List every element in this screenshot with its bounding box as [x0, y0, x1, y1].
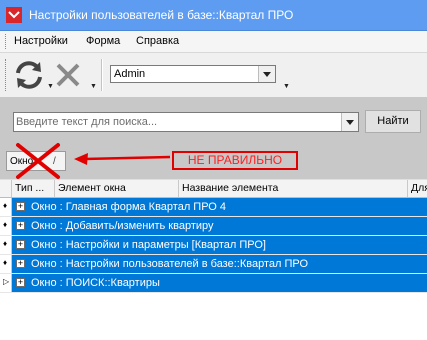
table-row[interactable]: ♦ + Окно : Настройки и параметры [Кварта… — [0, 236, 427, 255]
row-selector[interactable]: ♦ — [0, 236, 12, 254]
cancel-button[interactable] — [50, 57, 86, 93]
window-title: Настройки пользователей в базе::Квартал … — [29, 8, 294, 22]
user-select-dropdown-arrow[interactable]: ▼ — [283, 83, 290, 90]
column-header-window-element[interactable]: Элемент окна — [55, 180, 179, 197]
annotation-label: НЕ ПРАВИЛЬНО — [172, 151, 298, 170]
find-button[interactable]: Найти — [365, 110, 421, 133]
app-icon — [6, 7, 22, 23]
menu-grip — [5, 34, 8, 49]
column-header-element-name[interactable]: Название элемента — [179, 180, 408, 197]
row-marker: ♦ — [3, 220, 8, 229]
row-text: Окно : ПОИСК::Квартиры — [31, 277, 160, 289]
expand-icon[interactable]: + — [16, 221, 25, 230]
chevron-down-icon[interactable] — [258, 66, 275, 82]
toolbar-grip — [5, 59, 8, 91]
row-selector[interactable]: ♦ — [0, 198, 12, 216]
elements-grid: Тип ... Элемент окна Название элемента Д… — [0, 179, 427, 340]
table-row[interactable]: ♦ + Окно : Настройки пользователей в баз… — [0, 255, 427, 274]
row-text: Окно : Настройки пользователей в базе::К… — [31, 258, 309, 270]
chevron-down-icon[interactable] — [341, 113, 358, 131]
toolbar-separator — [101, 59, 103, 91]
user-select[interactable]: Admin — [110, 65, 276, 83]
row-selector[interactable]: ▷ — [0, 274, 12, 292]
header-corner — [0, 180, 12, 197]
search-placeholder: Введите текст для поиска... — [16, 116, 158, 128]
row-marker: ▷ — [3, 277, 10, 286]
expand-icon[interactable]: + — [16, 240, 25, 249]
red-arrow-icon — [74, 153, 171, 165]
row-marker: ♦ — [3, 239, 8, 248]
red-cross-icon — [16, 143, 60, 179]
menu-item-settings[interactable]: Настройки — [14, 35, 68, 47]
row-text: Окно : Главная форма Квартал ПРО 4 — [31, 201, 227, 213]
refresh-button[interactable] — [11, 57, 47, 93]
row-marker: ♦ — [3, 258, 8, 267]
row-selector[interactable]: ♦ — [0, 255, 12, 273]
row-marker: ♦ — [3, 201, 8, 210]
menu-item-form[interactable]: Форма — [86, 35, 120, 47]
expand-icon[interactable]: + — [16, 259, 25, 268]
menu-item-help[interactable]: Справка — [136, 35, 179, 47]
expand-icon[interactable]: + — [16, 202, 25, 211]
cancel-dropdown-arrow[interactable]: ▼ — [90, 83, 97, 90]
menu-bar: Настройки Форма Справка — [0, 31, 427, 53]
row-selector[interactable]: ♦ — [0, 217, 12, 235]
table-row[interactable]: ♦ + Окно : Добавить/изменить квартиру — [0, 217, 427, 236]
row-text: Окно : Настройки и параметры [Квартал ПР… — [31, 239, 266, 251]
user-select-value: Admin — [114, 68, 146, 80]
column-header-type[interactable]: Тип ... — [12, 180, 55, 197]
column-header-for[interactable]: Для — [408, 180, 427, 197]
expand-icon[interactable]: + — [16, 278, 25, 287]
title-bar: Настройки пользователей в базе::Квартал … — [0, 0, 427, 31]
row-text: Окно : Добавить/изменить квартиру — [31, 220, 214, 232]
table-row[interactable]: ▷ + Окно : ПОИСК::Квартиры — [0, 274, 427, 293]
search-input[interactable]: Введите текст для поиска... — [13, 112, 359, 132]
close-icon — [56, 63, 80, 87]
table-row[interactable]: ♦ + Окно : Главная форма Квартал ПРО 4 — [0, 198, 427, 217]
grid-header: Тип ... Элемент окна Название элемента Д… — [0, 179, 427, 198]
refresh-icon — [16, 61, 42, 89]
